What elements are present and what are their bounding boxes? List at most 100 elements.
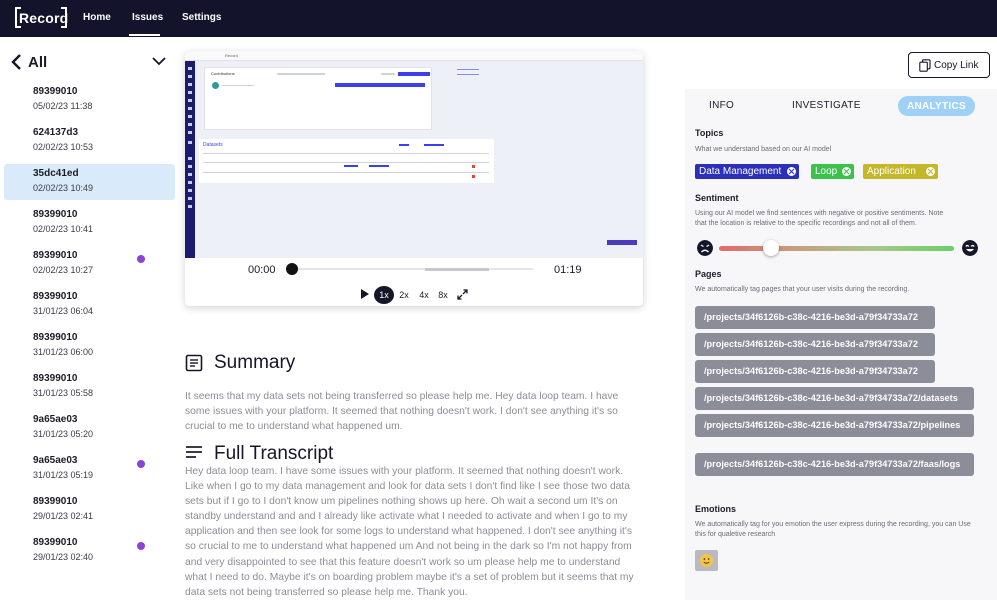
speed-1x-button[interactable]: 1x — [374, 286, 394, 304]
emotion-tag[interactable] — [695, 550, 718, 571]
recording-id: 89399010 — [33, 250, 78, 261]
recording-id: 89399010 — [33, 537, 78, 548]
negative-face-icon — [697, 240, 713, 256]
recording-id: 35dc41ed — [33, 168, 79, 179]
emotions-description: We automatically tag for you emotion the… — [695, 521, 971, 538]
summary-text: It seems that my data sets not being tra… — [185, 391, 619, 433]
page-tag[interactable]: /projects/34f6126b-c38c-4216-be3d-a79f34… — [695, 306, 935, 329]
topic-chip-loop[interactable]: Loop — [811, 164, 854, 179]
page-tag[interactable]: /projects/34f6126b-c38c-4216-be3d-a79f34… — [695, 414, 974, 437]
tab-info[interactable]: INFO — [709, 100, 734, 111]
recording-list-item[interactable]: 9a65ae03 31/01/23 05:20 — [4, 410, 175, 446]
recording-list-item[interactable]: 89399010 02/02/23 10:41 — [4, 205, 175, 241]
recording-list-item[interactable]: 89399010 29/01/23 02:40 — [4, 533, 175, 569]
frame-datasets-table — [199, 139, 494, 183]
unread-indicator — [137, 460, 145, 468]
recordings-sidebar: All 89399010 05/02/23 11:38 624137d3 02/02/… — [0, 37, 182, 600]
recording-list-item[interactable]: 624137d3 02/02/23 10:53 — [4, 123, 175, 159]
recording-date: 02/02/23 10:27 — [33, 265, 94, 275]
chevron-left-icon[interactable] — [10, 54, 24, 70]
summary-title: Summary — [214, 352, 296, 373]
logo-bracket-right — [61, 7, 67, 28]
speed-4x-button[interactable]: 4x — [417, 286, 431, 304]
recording-frame[interactable]: Record Contributions Datasets — [185, 51, 643, 258]
recording-date: 29/01/23 02:41 — [33, 511, 94, 521]
frame-contributions-panel: Contributions — [204, 67, 432, 130]
topic-label: Data Management — [699, 166, 782, 177]
frame-sidebar — [185, 61, 195, 258]
current-time: 00:00 — [248, 264, 276, 276]
recording-list-item[interactable]: 35dc41ed 02/02/23 10:49 — [4, 164, 175, 200]
emotions-heading: Emotions — [695, 504, 737, 514]
frame-datasets-title: Datasets — [203, 142, 223, 148]
recording-id: 624137d3 — [33, 127, 79, 138]
sentiment-slider[interactable] — [719, 246, 954, 251]
topics-heading: Topics — [695, 128, 724, 138]
topic-chip-application[interactable]: Application — [863, 164, 938, 179]
remove-topic-icon[interactable] — [926, 167, 935, 176]
transcript-text: Hey data loop team. I have some issues w… — [185, 466, 634, 598]
recording-list-item[interactable]: 89399010 29/01/23 02:41 — [4, 492, 175, 528]
pages-heading: Pages — [695, 269, 722, 279]
remove-topic-icon[interactable] — [842, 167, 851, 176]
recording-date: 05/02/23 11:38 — [33, 101, 93, 111]
recording-list-item[interactable]: 89399010 31/01/23 06:04 — [4, 287, 175, 323]
tab-analytics[interactable]: ANALYTICS — [898, 96, 975, 116]
topics-description: What we understand based on our AI model — [695, 146, 832, 153]
topic-label: Application — [867, 166, 916, 177]
unread-indicator — [137, 255, 145, 263]
page-tag[interactable]: /projects/34f6126b-c38c-4216-be3d-a79f34… — [695, 387, 974, 410]
frame-panel-title: Contributions — [211, 71, 235, 76]
nav-settings[interactable]: Settings — [182, 12, 221, 23]
progress-buffered — [425, 268, 489, 271]
recording-id: 9a65ae03 — [33, 455, 78, 466]
remove-topic-icon[interactable]: .c0::before,.c0::after{background:#2c2fb… — [787, 167, 796, 176]
recording-date: 31/01/23 06:00 — [33, 347, 94, 357]
record-logo[interactable]: Record — [15, 7, 68, 28]
recording-list-item[interactable]: 89399010 31/01/23 05:58 — [4, 369, 175, 405]
expand-icon[interactable] — [457, 289, 468, 300]
recording-list-item[interactable]: 89399010 05/02/23 11:38 — [4, 82, 175, 118]
recording-id: 89399010 — [33, 209, 78, 220]
play-icon[interactable] — [361, 289, 369, 299]
recording-id: 89399010 — [33, 332, 78, 343]
recording-date: 31/01/23 06:04 — [33, 306, 94, 316]
recording-date: 02/02/23 10:53 — [33, 142, 94, 152]
nav-active-indicator — [129, 34, 160, 36]
happy-face-icon — [962, 240, 978, 256]
page-tag[interactable]: /projects/34f6126b-c38c-4216-be3d-a79f34… — [695, 360, 935, 383]
summary-icon — [185, 354, 203, 372]
recording-date: 29/01/23 02:40 — [33, 552, 94, 562]
sentiment-slider-thumb[interactable] — [762, 240, 779, 256]
copy-link-label: Copy Link — [934, 60, 979, 71]
recording-list-item[interactable]: 9a65ae03 31/01/23 05:19 — [4, 451, 175, 487]
page-tag[interactable]: /projects/34f6126b-c38c-4216-be3d-a79f34… — [695, 453, 974, 476]
recording-date: 31/01/23 05:19 — [33, 470, 94, 480]
topic-chip-data-management[interactable]: Data Management .c0::before,.c0::after{b… — [695, 164, 799, 179]
recording-id: 89399010 — [33, 373, 78, 384]
nav-home[interactable]: Home — [83, 12, 111, 23]
transcript-icon — [186, 446, 202, 458]
unread-indicator — [137, 542, 145, 550]
topic-label: Loop — [815, 166, 838, 177]
frame-browser-bar: Record — [185, 51, 643, 61]
smiling-face-icon — [700, 554, 713, 567]
recording-date: 31/01/23 05:20 — [33, 429, 94, 439]
recording-id: 89399010 — [33, 86, 78, 97]
nav-issues[interactable]: Issues — [132, 12, 163, 23]
copy-link-button[interactable]: Copy Link — [908, 52, 990, 78]
duration: 01:19 — [554, 264, 582, 276]
tab-investigate[interactable]: INVESTIGATE — [792, 100, 861, 111]
speed-8x-button[interactable]: 8x — [436, 286, 450, 304]
progress-thumb[interactable] — [286, 263, 298, 275]
recording-id: 89399010 — [33, 291, 78, 302]
recording-list-item[interactable]: 89399010 31/01/23 06:00 — [4, 328, 175, 364]
progress-track[interactable] — [293, 268, 533, 270]
chevron-down-icon[interactable] — [152, 56, 166, 66]
speed-2x-button[interactable]: 2x — [397, 286, 411, 304]
page-tag[interactable]: /projects/34f6126b-c38c-4216-be3d-a79f34… — [695, 333, 935, 356]
transcript-title: Full Transcript — [214, 443, 334, 464]
top-nav: Record Home Issues Settings — [0, 0, 997, 37]
tab-analytics-label: ANALYTICS — [906, 101, 966, 112]
recording-list-item[interactable]: 89399010 02/02/23 10:27 — [4, 246, 175, 282]
